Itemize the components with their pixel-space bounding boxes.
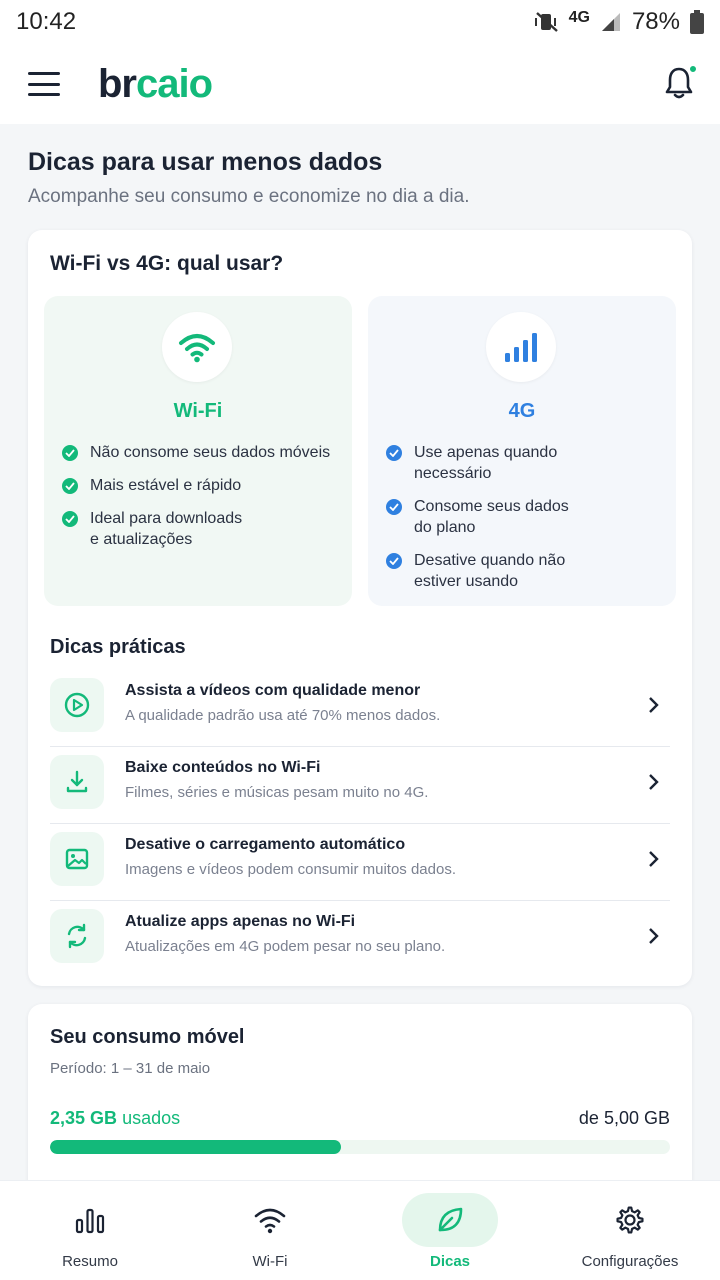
wifi-panel: Wi-Fi Não consome seus dados móveis Mais… [44, 296, 352, 606]
nav-label: Dicas [429, 1253, 471, 1270]
tip-description: Imagens e vídeos podem consumir muitos d… [125, 861, 457, 878]
download-icon [66, 770, 88, 793]
list-item: Desative quando não estiver usando [386, 550, 664, 592]
nav-icon-wrap [582, 1193, 678, 1247]
signal-icon [601, 13, 620, 31]
tip-title: Baixe conteúdos no Wi-Fi [125, 759, 321, 776]
tip-title: Desative o carregamento automático [125, 836, 406, 853]
lte-circle [486, 312, 556, 382]
compare-title: Wi-Fi vs 4G: qual usar? [50, 252, 284, 275]
tip-title: Assista a vídeos com qualidade menor [125, 682, 421, 699]
status-icons: 4G 78% [534, 8, 704, 36]
bottom-nav: Resumo Wi-Fi Dicas Configurações [0, 1180, 720, 1280]
list-item: Mais estável e rápido [62, 475, 340, 496]
usage-total: de 5,00 GB [578, 1108, 670, 1128]
network-label: 4G [568, 9, 590, 26]
nav-configuracoes[interactable]: Configurações [540, 1181, 720, 1280]
nav-resumo[interactable]: Resumo [0, 1181, 180, 1280]
tip-row[interactable]: Desative o carregamento automático Image… [50, 824, 670, 901]
list-item: Consome seus dados do plano [386, 496, 664, 538]
tip-row[interactable]: Baixe conteúdos no Wi-Fi Filmes, séries … [50, 747, 670, 824]
list-item: Ideal para downloads e atualizações [62, 508, 340, 550]
brand-logo: brcaio [98, 61, 213, 106]
check-icon [386, 445, 402, 461]
tip-icon-box [50, 832, 104, 886]
nav-label: Configurações [581, 1253, 679, 1270]
check-icon [62, 478, 78, 494]
tip-title: Atualize apps apenas no Wi-Fi [125, 913, 356, 930]
usage-used: 2,35 GB usados [50, 1108, 181, 1128]
wifi-label: Wi-Fi [173, 400, 223, 422]
image-icon [65, 848, 89, 870]
nav-dicas[interactable]: Dicas [360, 1181, 540, 1280]
status-time: 10:42 [16, 8, 77, 35]
wifi-points: Não consome seus dados móveis Mais estáv… [62, 442, 340, 562]
tips-section-title: Dicas práticas [50, 636, 186, 658]
tips-list: Assista a vídeos com qualidade menor A q… [50, 670, 670, 978]
check-icon [62, 445, 78, 461]
chevron-right-icon [649, 774, 659, 790]
list-item: Use apenas quando necessário [386, 442, 664, 484]
tip-row[interactable]: Atualize apps apenas no Wi-Fi Atualizaçõ… [50, 901, 670, 978]
app-bar: brcaio [0, 44, 720, 124]
menu-button[interactable] [28, 72, 60, 96]
lte-panel: 4G Use apenas quando necessário Consome … [368, 296, 676, 606]
tip-row[interactable]: Assista a vídeos com qualidade menor A q… [50, 670, 670, 747]
battery-percent: 78% [631, 8, 680, 35]
tip-icon-box [50, 909, 104, 963]
wifi-icon [179, 334, 215, 363]
wifi-icon [254, 1208, 286, 1234]
usage-title: Seu consumo móvel [50, 1026, 245, 1048]
nav-icon-wrap [222, 1193, 318, 1247]
wifi-circle [162, 312, 232, 382]
page-title: Dicas para usar menos dados [28, 148, 383, 176]
tip-description: Filmes, séries e músicas pesam muito no … [125, 784, 429, 801]
list-item: Não consome seus dados móveis [62, 442, 340, 463]
chevron-right-icon [649, 851, 659, 867]
tip-icon-box [50, 678, 104, 732]
nav-label: Wi-Fi [252, 1253, 288, 1270]
usage-progress-fill [50, 1140, 342, 1154]
refresh-icon [67, 923, 87, 949]
play-icon [64, 692, 90, 718]
nav-icon-wrap [42, 1193, 138, 1247]
usage-progress-bar [50, 1140, 670, 1154]
nav-icon-wrap [402, 1193, 498, 1247]
notification-dot [688, 64, 698, 74]
chevron-right-icon [649, 928, 659, 944]
check-icon [386, 553, 402, 569]
tip-description: Atualizações em 4G podem pesar no seu pl… [125, 938, 446, 955]
page-subtitle: Acompanhe seu consumo e economize no dia… [28, 186, 470, 207]
tip-icon-box [50, 755, 104, 809]
tips-card: Wi-Fi vs 4G: qual usar? Wi-Fi Não consom… [28, 230, 692, 986]
status-bar: 10:42 4G 78% [0, 0, 720, 44]
gear-icon [616, 1206, 644, 1234]
check-icon [386, 499, 402, 515]
usage-card: Seu consumo móvel Período: 1 – 31 de mai… [28, 1004, 692, 1180]
tip-description: A qualidade padrão usa até 70% menos dad… [125, 707, 441, 724]
main-content: Dicas para usar menos dados Acompanhe se… [0, 124, 720, 1180]
bar-chart-icon [75, 1208, 105, 1234]
usage-period: Período: 1 – 31 de maio [50, 1060, 211, 1077]
leaf-icon [438, 1207, 463, 1232]
nav-label: Resumo [62, 1253, 118, 1270]
check-icon [62, 511, 78, 527]
mute-vibrate-icon [534, 12, 558, 32]
lte-points: Use apenas quando necessário Consome seu… [386, 442, 664, 604]
notifications-button[interactable] [664, 64, 698, 100]
lte-label: 4G [508, 400, 536, 422]
nav-wifi[interactable]: Wi-Fi [180, 1181, 360, 1280]
signal-bars-icon [505, 333, 537, 362]
battery-icon [690, 10, 704, 34]
chevron-right-icon [649, 697, 659, 713]
